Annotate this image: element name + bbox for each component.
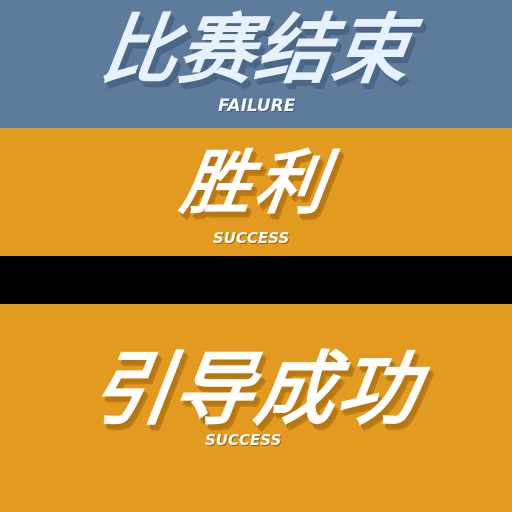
result-banner-sheet: 比赛结束 FAILURE 胜利 SUCCESS 引导成功 SUCCESS	[0, 0, 512, 512]
victory-title: 胜利	[176, 142, 336, 224]
victory-subtitle: SUCCESS	[213, 229, 290, 247]
guide-success-banner: 引导成功 SUCCESS	[0, 304, 512, 512]
match-over-title: 比赛结束	[95, 5, 417, 94]
failure-subtitle: FAILURE	[218, 96, 296, 116]
victory-banner: 胜利 SUCCESS	[0, 128, 512, 256]
match-over-banner: 比赛结束 FAILURE	[0, 0, 512, 128]
guide-success-subtitle: SUCCESS	[205, 431, 282, 449]
guide-success-title: 引导成功	[85, 343, 427, 436]
